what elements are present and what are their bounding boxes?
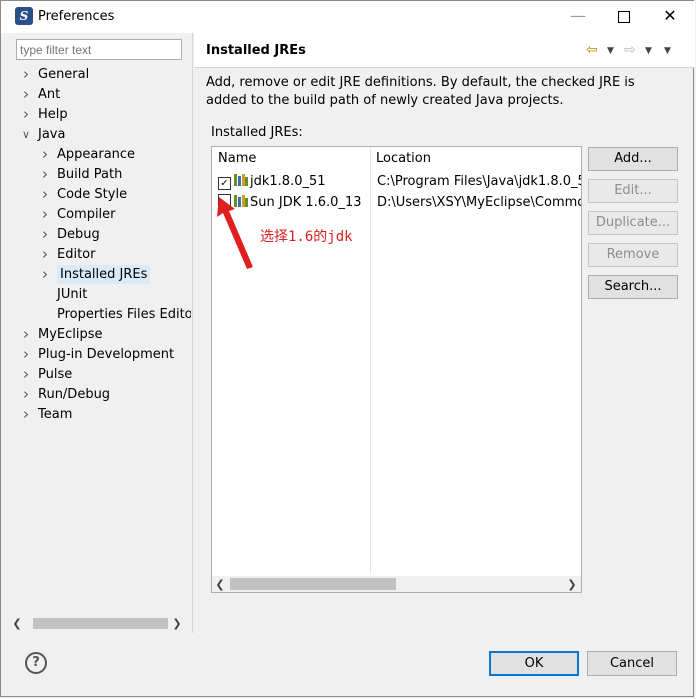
chevron-right-icon[interactable]: › bbox=[19, 85, 33, 104]
tree-item-label: Plug-in Development bbox=[38, 347, 175, 362]
tree-item-label: Team bbox=[38, 407, 73, 422]
table-horizontal-scrollbar[interactable]: ❮ ❯ bbox=[212, 576, 581, 592]
tree-item-label: General bbox=[38, 67, 90, 82]
chevron-right-icon[interactable]: › bbox=[38, 165, 52, 184]
chevron-right-icon[interactable]: › bbox=[38, 205, 52, 224]
page-description: Add, remove or edit JRE definitions. By … bbox=[206, 75, 635, 108]
page-title: Installed JREs bbox=[206, 43, 306, 58]
tree-item-label: Compiler bbox=[57, 207, 116, 222]
tree-item-label: Ant bbox=[38, 87, 61, 102]
jre-library-icon bbox=[234, 174, 248, 186]
chevron-right-icon[interactable]: › bbox=[38, 185, 52, 204]
edit-button[interactable]: Edit... bbox=[588, 179, 678, 203]
page-area: Installed JREs ⇦ ▼ ⇨ ▼ ▼ Add, remove or … bbox=[194, 33, 695, 633]
tree-item-label: JUnit bbox=[57, 287, 88, 302]
annotation-text: 选择1.6的jdk bbox=[260, 229, 353, 245]
scroll-right-icon[interactable]: ❯ bbox=[169, 615, 185, 632]
preferences-dialog: S Preferences — ✕ › General › Ant › Help ∨ Java… bbox=[0, 0, 695, 698]
scrollbar-thumb[interactable] bbox=[230, 578, 396, 590]
tree-item-label: Editor bbox=[57, 247, 96, 262]
filter-input[interactable] bbox=[16, 39, 182, 60]
tree-horizontal-scrollbar[interactable]: ❮ ❯ bbox=[9, 615, 189, 632]
forward-dropdown-icon[interactable]: ▼ bbox=[645, 46, 652, 56]
tree-item-label: Pulse bbox=[38, 367, 73, 382]
chevron-right-icon[interactable]: › bbox=[19, 365, 33, 384]
duplicate-button[interactable]: Duplicate... bbox=[588, 211, 678, 235]
chevron-right-icon[interactable]: › bbox=[19, 65, 33, 84]
back-dropdown-icon[interactable]: ▼ bbox=[607, 46, 614, 56]
chevron-right-icon[interactable]: › bbox=[19, 405, 33, 424]
chevron-down-icon[interactable]: ∨ bbox=[19, 125, 33, 144]
tree-item-label: Build Path bbox=[57, 167, 123, 182]
maximize-icon bbox=[618, 11, 630, 23]
scroll-left-icon[interactable]: ❮ bbox=[212, 576, 228, 592]
chevron-right-icon[interactable]: › bbox=[38, 265, 52, 284]
chevron-right-icon[interactable]: › bbox=[38, 245, 52, 264]
tree-item-label: Installed JREs bbox=[57, 265, 151, 284]
cancel-button[interactable]: Cancel bbox=[587, 651, 677, 676]
tree-item-label: Run/Debug bbox=[38, 387, 111, 402]
checkbox-icon[interactable]: ✓ bbox=[218, 177, 231, 190]
page-header: Installed JREs ⇦ ▼ ⇨ ▼ ▼ bbox=[194, 33, 695, 68]
add-button[interactable]: Add... bbox=[588, 147, 678, 171]
pane-splitter[interactable] bbox=[192, 33, 193, 633]
jre-table-row[interactable]: ✓ jdk1.8.0_51 C:\Program Files\Java\jdk1.8… bbox=[212, 171, 581, 192]
title-bar: S Preferences — ✕ bbox=[1, 1, 695, 33]
back-arrow-icon[interactable]: ⇦ bbox=[586, 42, 598, 58]
dialog-footer: ? OK Cancel bbox=[1, 633, 695, 698]
jre-list-label: Installed JREs: bbox=[211, 125, 303, 140]
chevron-right-icon[interactable]: › bbox=[38, 145, 52, 164]
chevron-right-icon[interactable]: › bbox=[19, 345, 33, 364]
tree-item-label: Java bbox=[38, 127, 66, 142]
window-title: Preferences bbox=[38, 9, 115, 24]
chevron-right-icon[interactable]: › bbox=[19, 385, 33, 404]
chevron-right-icon[interactable]: › bbox=[19, 105, 33, 124]
close-button[interactable]: ✕ bbox=[647, 1, 693, 31]
jre-location-cell: D:\Users\XSY\MyEclipse\Common\ bbox=[377, 195, 582, 210]
scroll-right-icon[interactable]: ❯ bbox=[564, 576, 580, 592]
scroll-left-icon[interactable]: ❮ bbox=[9, 615, 25, 632]
eclipse-logo-icon: S bbox=[15, 7, 33, 25]
column-header-name[interactable]: Name bbox=[212, 147, 370, 171]
view-menu-icon[interactable]: ▼ bbox=[664, 46, 671, 56]
tree-item-label: Help bbox=[38, 107, 68, 122]
help-icon[interactable]: ? bbox=[25, 652, 47, 674]
ok-button[interactable]: OK bbox=[489, 651, 579, 676]
column-header-location[interactable]: Location bbox=[370, 147, 580, 171]
preference-tree: › General › Ant › Help ∨ Java › Appearance › Build … bbox=[9, 63, 191, 611]
tree-item-label: Code Style bbox=[57, 187, 128, 202]
chevron-right-icon[interactable]: › bbox=[38, 225, 52, 244]
tree-item-label: Debug bbox=[57, 227, 100, 242]
maximize-button[interactable] bbox=[601, 1, 647, 31]
jre-name: jdk1.8.0_51 bbox=[250, 174, 326, 189]
tree-item-label: Appearance bbox=[57, 147, 136, 162]
search-button[interactable]: Search... bbox=[588, 275, 678, 299]
minimize-button[interactable]: — bbox=[555, 1, 601, 31]
tree-item-label: Properties Files Edito bbox=[57, 307, 191, 322]
scrollbar-thumb[interactable] bbox=[33, 618, 168, 629]
jre-name-cell: ✓ jdk1.8.0_51 bbox=[218, 171, 326, 192]
chevron-right-icon[interactable]: › bbox=[19, 325, 33, 344]
remove-button[interactable]: Remove bbox=[588, 243, 678, 267]
forward-arrow-icon[interactable]: ⇨ bbox=[624, 42, 636, 58]
tree-item-label: MyEclipse bbox=[38, 327, 103, 342]
jre-location-cell: C:\Program Files\Java\jdk1.8.0_51 bbox=[377, 174, 582, 189]
